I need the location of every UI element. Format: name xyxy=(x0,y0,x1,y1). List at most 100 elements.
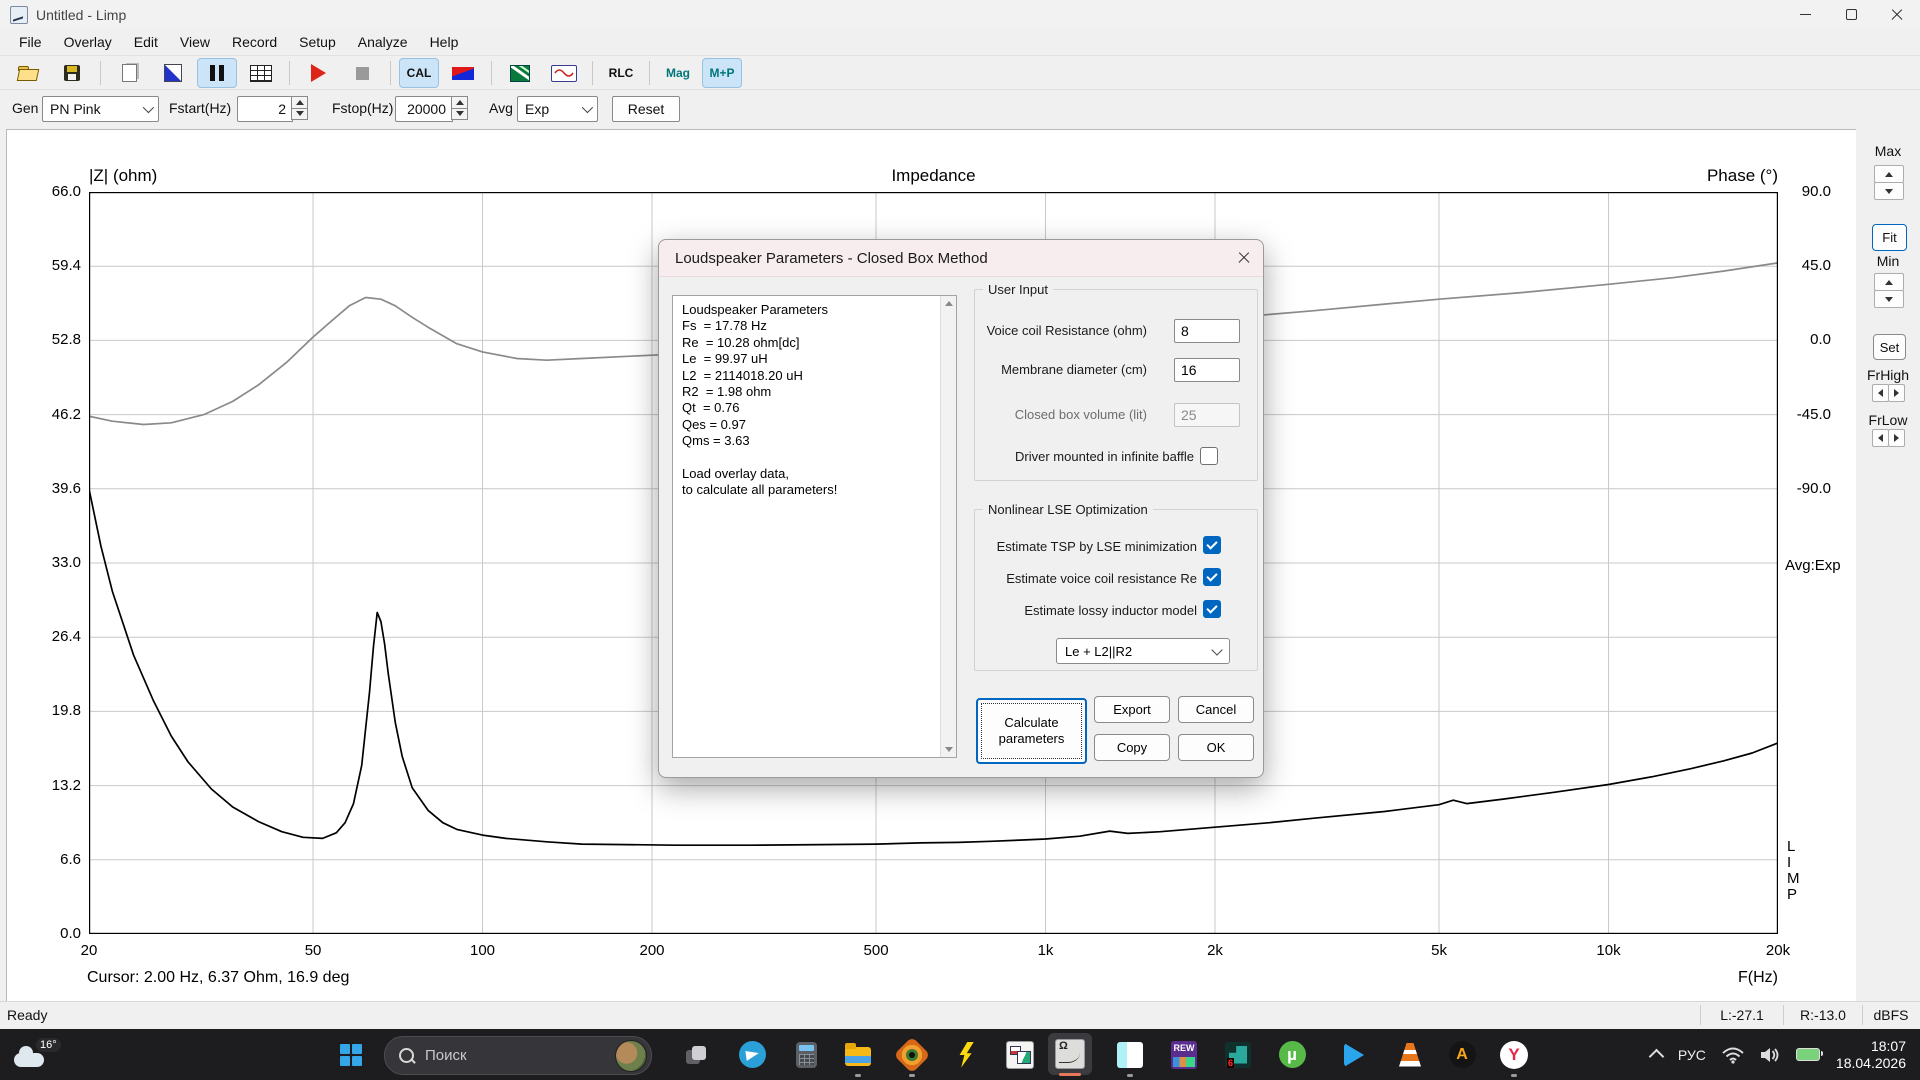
save-icon xyxy=(64,65,80,81)
max-down-button[interactable] xyxy=(1874,182,1904,200)
overlay-flag-button[interactable] xyxy=(153,58,193,88)
baffle-checkbox[interactable] xyxy=(1200,447,1218,465)
close-button[interactable] xyxy=(1874,0,1920,29)
menu-item-help[interactable]: Help xyxy=(419,31,470,53)
y-axis-tick: 0.0 xyxy=(21,925,81,942)
fit-button[interactable]: Fit xyxy=(1872,224,1907,251)
menu-item-overlay[interactable]: Overlay xyxy=(53,31,123,53)
record-start-button[interactable] xyxy=(298,58,338,88)
fstop-input[interactable]: 20000 xyxy=(395,96,453,122)
pause-icon xyxy=(210,65,224,81)
menu-item-setup[interactable]: Setup xyxy=(288,31,347,53)
frlow-left-button[interactable] xyxy=(1872,429,1889,447)
generator-select[interactable]: PN Pink xyxy=(42,96,159,122)
menu-item-record[interactable]: Record xyxy=(221,31,288,53)
taskbar-app-yandex-browser[interactable]: Y xyxy=(1492,1029,1536,1080)
spectrum-analysis-button[interactable] xyxy=(500,58,540,88)
language-indicator[interactable]: РУС xyxy=(1678,1047,1706,1063)
weather-widget[interactable]: 16° xyxy=(14,1029,75,1080)
menu-item-view[interactable]: View xyxy=(169,31,221,53)
pause-button[interactable] xyxy=(197,58,237,88)
dialog-title-bar[interactable]: Loudspeaker Parameters - Closed Box Meth… xyxy=(659,240,1263,277)
taskbar-app-file-explorer[interactable] xyxy=(836,1029,880,1080)
frhigh-right-button[interactable] xyxy=(1888,384,1905,402)
lse-title: Nonlinear LSE Optimization xyxy=(983,502,1153,517)
spin-up-icon[interactable] xyxy=(291,96,308,109)
menu-item-analyze[interactable]: Analyze xyxy=(347,31,419,53)
wifi-icon[interactable] xyxy=(1722,1046,1744,1064)
x-axis-tick: 50 xyxy=(281,942,345,959)
taskbar-app-aimp[interactable]: A xyxy=(1440,1029,1484,1080)
lse-check2-checkbox[interactable] xyxy=(1203,568,1221,586)
min-down-button[interactable] xyxy=(1874,290,1904,308)
set-button[interactable]: Set xyxy=(1873,334,1906,360)
spin-up-icon[interactable] xyxy=(451,96,468,109)
taskbar-app-limp[interactable] xyxy=(1048,1033,1092,1075)
taskbar-app-task-view[interactable] xyxy=(674,1029,718,1080)
lse-check3-checkbox[interactable] xyxy=(1203,600,1221,618)
volume-icon[interactable] xyxy=(1760,1046,1780,1064)
rlc-meter-button[interactable]: RLC xyxy=(601,58,641,88)
battery-icon[interactable] xyxy=(1796,1048,1820,1061)
export-button[interactable]: Export xyxy=(1094,696,1170,723)
taskbar-app-eye-app[interactable] xyxy=(890,1029,934,1080)
fstart-input[interactable]: 2 xyxy=(237,96,293,122)
spin-down-icon[interactable] xyxy=(451,109,468,121)
taskbar-app-steps-app[interactable] xyxy=(1216,1029,1260,1080)
max-up-button[interactable] xyxy=(1874,165,1904,183)
results-scrollbar[interactable] xyxy=(940,296,956,757)
voice-coil-input[interactable]: 8 xyxy=(1174,319,1240,343)
taskbar-app-rew[interactable]: REW xyxy=(1162,1029,1206,1080)
dialog-close-button[interactable] xyxy=(1219,245,1253,271)
taskbar-app-utorrent[interactable]: µ xyxy=(1270,1029,1314,1080)
open-file-button[interactable] xyxy=(8,58,48,88)
scroll-up-icon[interactable] xyxy=(941,296,956,311)
taskbar-app-telegram[interactable] xyxy=(730,1029,774,1080)
frlow-right-button[interactable] xyxy=(1888,429,1905,447)
clock[interactable]: 18:07 18.04.2026 xyxy=(1836,1038,1906,1072)
system-tray: РУС 18:07 18.04.2026 xyxy=(1651,1029,1906,1080)
taskbar-app-red-c-app[interactable] xyxy=(1108,1029,1152,1080)
minimize-button[interactable] xyxy=(1782,0,1828,29)
magnitude-phase-view-button[interactable]: M+P xyxy=(702,58,742,88)
cancel-button[interactable]: Cancel xyxy=(1178,696,1254,723)
averaging-select[interactable]: Exp xyxy=(517,96,598,122)
search-daily-image[interactable] xyxy=(615,1040,647,1072)
start-button[interactable] xyxy=(340,1029,362,1080)
generator-setup-button[interactable] xyxy=(443,58,483,88)
lightning-app-icon xyxy=(958,1042,974,1068)
close-icon xyxy=(1238,252,1250,264)
lse-check1-checkbox[interactable] xyxy=(1203,536,1221,554)
min-up-button[interactable] xyxy=(1874,273,1904,291)
taskbar-app-lightning-app[interactable] xyxy=(944,1029,988,1080)
taskbar-app-media-player[interactable] xyxy=(1332,1029,1376,1080)
copy-button[interactable]: Copy xyxy=(1094,734,1170,761)
frhigh-left-button[interactable] xyxy=(1872,384,1889,402)
oscilloscope-button[interactable] xyxy=(544,58,584,88)
toolbar-separator xyxy=(100,61,101,85)
taskbar-app-vlc[interactable] xyxy=(1388,1029,1432,1080)
spin-down-icon[interactable] xyxy=(291,109,308,121)
taskbar-app-calculator[interactable] xyxy=(784,1029,828,1080)
data-table-button[interactable] xyxy=(241,58,281,88)
menu-item-edit[interactable]: Edit xyxy=(123,31,169,53)
reset-button[interactable]: Reset xyxy=(612,96,680,122)
scroll-down-icon[interactable] xyxy=(941,742,956,757)
magnitude-view-button[interactable]: Mag xyxy=(658,58,698,88)
search-box[interactable]: Поиск xyxy=(384,1036,652,1075)
calculate-parameters-button[interactable]: Calculate parameters xyxy=(976,698,1087,764)
record-stop-button[interactable] xyxy=(342,58,382,88)
fstart-spinner[interactable] xyxy=(291,96,308,120)
maximize-button[interactable] xyxy=(1828,0,1874,29)
fstop-spinner[interactable] xyxy=(451,96,468,120)
new-document-button[interactable] xyxy=(109,58,149,88)
fstart-value: 2 xyxy=(278,101,286,117)
save-file-button[interactable] xyxy=(52,58,92,88)
membrane-input[interactable]: 16 xyxy=(1174,358,1240,382)
tray-expand-icon[interactable] xyxy=(1649,1049,1665,1065)
ok-button[interactable]: OK xyxy=(1178,734,1254,761)
calibrate-button[interactable]: CAL xyxy=(399,58,439,88)
taskbar-app-arta[interactable] xyxy=(998,1029,1042,1080)
inductor-model-dropdown[interactable]: Le + L2||R2 xyxy=(1056,638,1230,664)
menu-item-file[interactable]: File xyxy=(8,31,53,53)
